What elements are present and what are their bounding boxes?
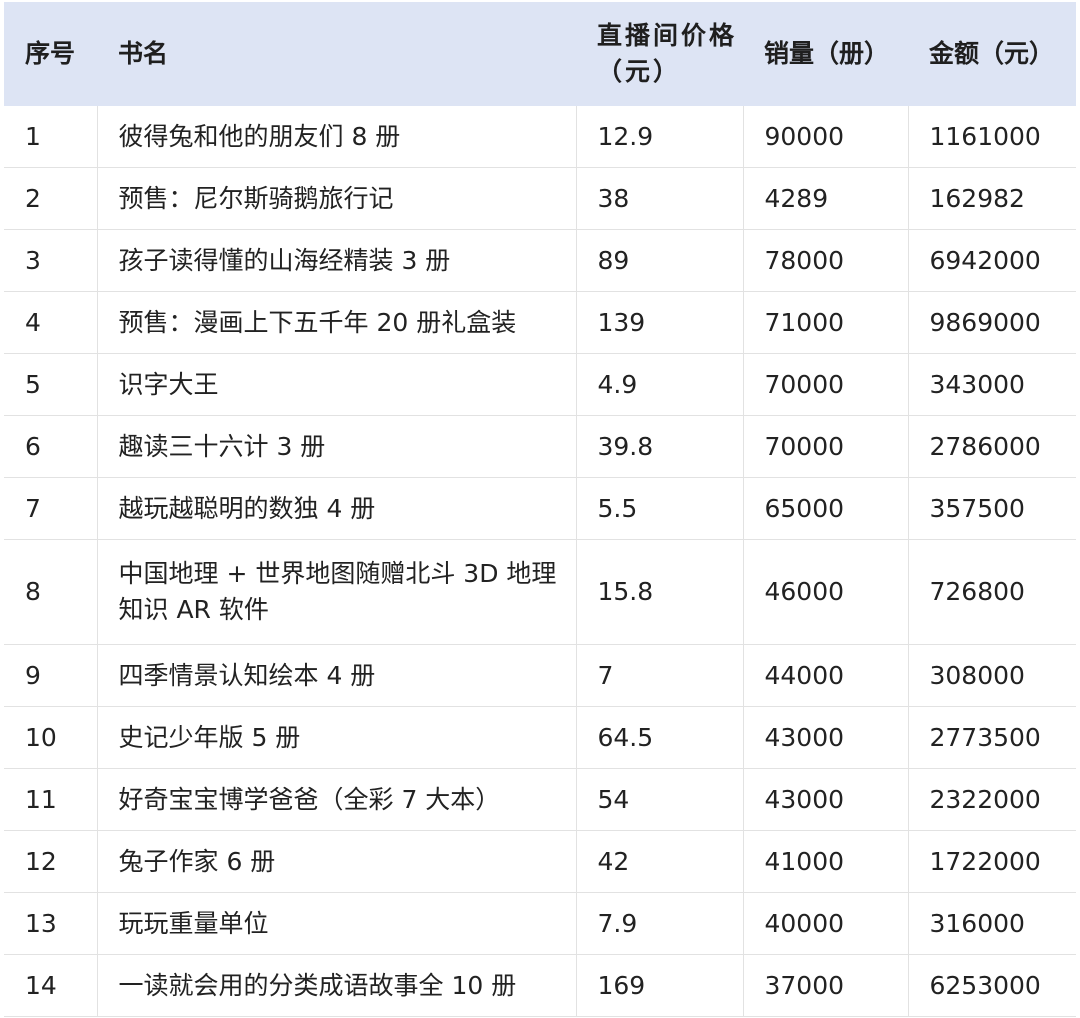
- cell-price: 139: [576, 291, 744, 354]
- table-body: 1 彼得兔和他的朋友们 8 册 12.9 90000 1161000 2 预售：…: [4, 106, 1076, 1017]
- cell-no: 11: [4, 768, 98, 831]
- cell-no: 1: [4, 106, 98, 168]
- cell-price: 89: [576, 229, 744, 292]
- table-row: 2 预售：尼尔斯骑鹅旅行记 38 4289 162982: [4, 167, 1076, 230]
- table-row: 5 识字大王 4.9 70000 343000: [4, 353, 1076, 416]
- cell-qty: 46000: [743, 539, 909, 645]
- cell-price: 7: [576, 644, 744, 707]
- header-qty: 销量（册）: [743, 2, 908, 106]
- cell-name: 玩玩重量单位: [97, 892, 577, 955]
- cell-no: 3: [4, 229, 98, 292]
- cell-amount: 343000: [908, 353, 1076, 416]
- cell-amount: 6253000: [908, 954, 1076, 1017]
- cell-name: 预售：漫画上下五千年 20 册礼盒装: [97, 291, 577, 354]
- cell-qty: 70000: [743, 353, 909, 416]
- cell-qty: 43000: [743, 706, 909, 769]
- table-row: 8 中国地理 + 世界地图随赠北斗 3D 地理知识 AR 软件 15.8 460…: [4, 539, 1076, 645]
- cell-no: 13: [4, 892, 98, 955]
- cell-price: 54: [576, 768, 744, 831]
- book-sales-table: 序号 书名 直播间价格（元） 销量（册） 金额（元） 1 彼得兔和他的朋友们 8…: [4, 2, 1076, 1017]
- table-row: 3 孩子读得懂的山海经精装 3 册 89 78000 6942000: [4, 229, 1076, 292]
- cell-amount: 162982: [908, 167, 1076, 230]
- cell-name: 彼得兔和他的朋友们 8 册: [97, 106, 577, 168]
- cell-price: 64.5: [576, 706, 744, 769]
- cell-amount: 308000: [908, 644, 1076, 707]
- header-row: 序号 书名 直播间价格（元） 销量（册） 金额（元）: [4, 2, 1076, 106]
- cell-qty: 65000: [743, 477, 909, 540]
- cell-no: 4: [4, 291, 98, 354]
- cell-price: 39.8: [576, 415, 744, 478]
- cell-price: 7.9: [576, 892, 744, 955]
- cell-price: 15.8: [576, 539, 744, 645]
- cell-qty: 90000: [743, 106, 909, 168]
- cell-amount: 2322000: [908, 768, 1076, 831]
- cell-name: 识字大王: [97, 353, 577, 416]
- cell-no: 2: [4, 167, 98, 230]
- cell-qty: 70000: [743, 415, 909, 478]
- cell-qty: 41000: [743, 830, 909, 893]
- header-name: 书名: [97, 2, 576, 106]
- cell-no: 8: [4, 539, 98, 645]
- cell-amount: 1722000: [908, 830, 1076, 893]
- cell-price: 42: [576, 830, 744, 893]
- cell-amount: 2786000: [908, 415, 1076, 478]
- cell-price: 38: [576, 167, 744, 230]
- sales-table-container: 序号 书名 直播间价格（元） 销量（册） 金额（元） 1 彼得兔和他的朋友们 8…: [4, 2, 1076, 1017]
- cell-amount: 9869000: [908, 291, 1076, 354]
- cell-name: 趣读三十六计 3 册: [97, 415, 577, 478]
- cell-name: 兔子作家 6 册: [97, 830, 577, 893]
- header-price: 直播间价格（元）: [576, 2, 743, 106]
- cell-qty: 4289: [743, 167, 909, 230]
- header-no: 序号: [4, 2, 97, 106]
- cell-amount: 316000: [908, 892, 1076, 955]
- cell-no: 12: [4, 830, 98, 893]
- cell-no: 6: [4, 415, 98, 478]
- cell-no: 7: [4, 477, 98, 540]
- cell-price: 12.9: [576, 106, 744, 168]
- table-row: 7 越玩越聪明的数独 4 册 5.5 65000 357500: [4, 477, 1076, 540]
- cell-price: 4.9: [576, 353, 744, 416]
- cell-amount: 1161000: [908, 106, 1076, 168]
- cell-no: 10: [4, 706, 98, 769]
- table-row: 10 史记少年版 5 册 64.5 43000 2773500: [4, 706, 1076, 769]
- cell-name: 预售：尼尔斯骑鹅旅行记: [97, 167, 577, 230]
- cell-amount: 357500: [908, 477, 1076, 540]
- cell-name: 四季情景认知绘本 4 册: [97, 644, 577, 707]
- table-row: 13 玩玩重量单位 7.9 40000 316000: [4, 892, 1076, 955]
- cell-name: 史记少年版 5 册: [97, 706, 577, 769]
- cell-amount: 726800: [908, 539, 1076, 645]
- cell-name: 中国地理 + 世界地图随赠北斗 3D 地理知识 AR 软件: [97, 539, 577, 645]
- cell-name: 好奇宝宝博学爸爸（全彩 7 大本）: [97, 768, 577, 831]
- cell-qty: 71000: [743, 291, 909, 354]
- cell-qty: 44000: [743, 644, 909, 707]
- cell-price: 5.5: [576, 477, 744, 540]
- cell-no: 5: [4, 353, 98, 416]
- cell-amount: 2773500: [908, 706, 1076, 769]
- table-row: 4 预售：漫画上下五千年 20 册礼盒装 139 71000 9869000: [4, 291, 1076, 354]
- table-row: 11 好奇宝宝博学爸爸（全彩 7 大本） 54 43000 2322000: [4, 768, 1076, 831]
- cell-qty: 37000: [743, 954, 909, 1017]
- cell-qty: 78000: [743, 229, 909, 292]
- header-amount: 金额（元）: [908, 2, 1076, 106]
- cell-qty: 40000: [743, 892, 909, 955]
- table-row: 1 彼得兔和他的朋友们 8 册 12.9 90000 1161000: [4, 106, 1076, 168]
- cell-no: 14: [4, 954, 98, 1017]
- table-header: 序号 书名 直播间价格（元） 销量（册） 金额（元）: [4, 2, 1076, 106]
- cell-no: 9: [4, 644, 98, 707]
- cell-name: 一读就会用的分类成语故事全 10 册: [97, 954, 577, 1017]
- cell-name: 孩子读得懂的山海经精装 3 册: [97, 229, 577, 292]
- cell-amount: 6942000: [908, 229, 1076, 292]
- cell-price: 169: [576, 954, 744, 1017]
- table-row: 12 兔子作家 6 册 42 41000 1722000: [4, 830, 1076, 893]
- cell-qty: 43000: [743, 768, 909, 831]
- table-row: 14 一读就会用的分类成语故事全 10 册 169 37000 6253000: [4, 954, 1076, 1017]
- table-row: 6 趣读三十六计 3 册 39.8 70000 2786000: [4, 415, 1076, 478]
- cell-name: 越玩越聪明的数独 4 册: [97, 477, 577, 540]
- table-row: 9 四季情景认知绘本 4 册 7 44000 308000: [4, 644, 1076, 707]
